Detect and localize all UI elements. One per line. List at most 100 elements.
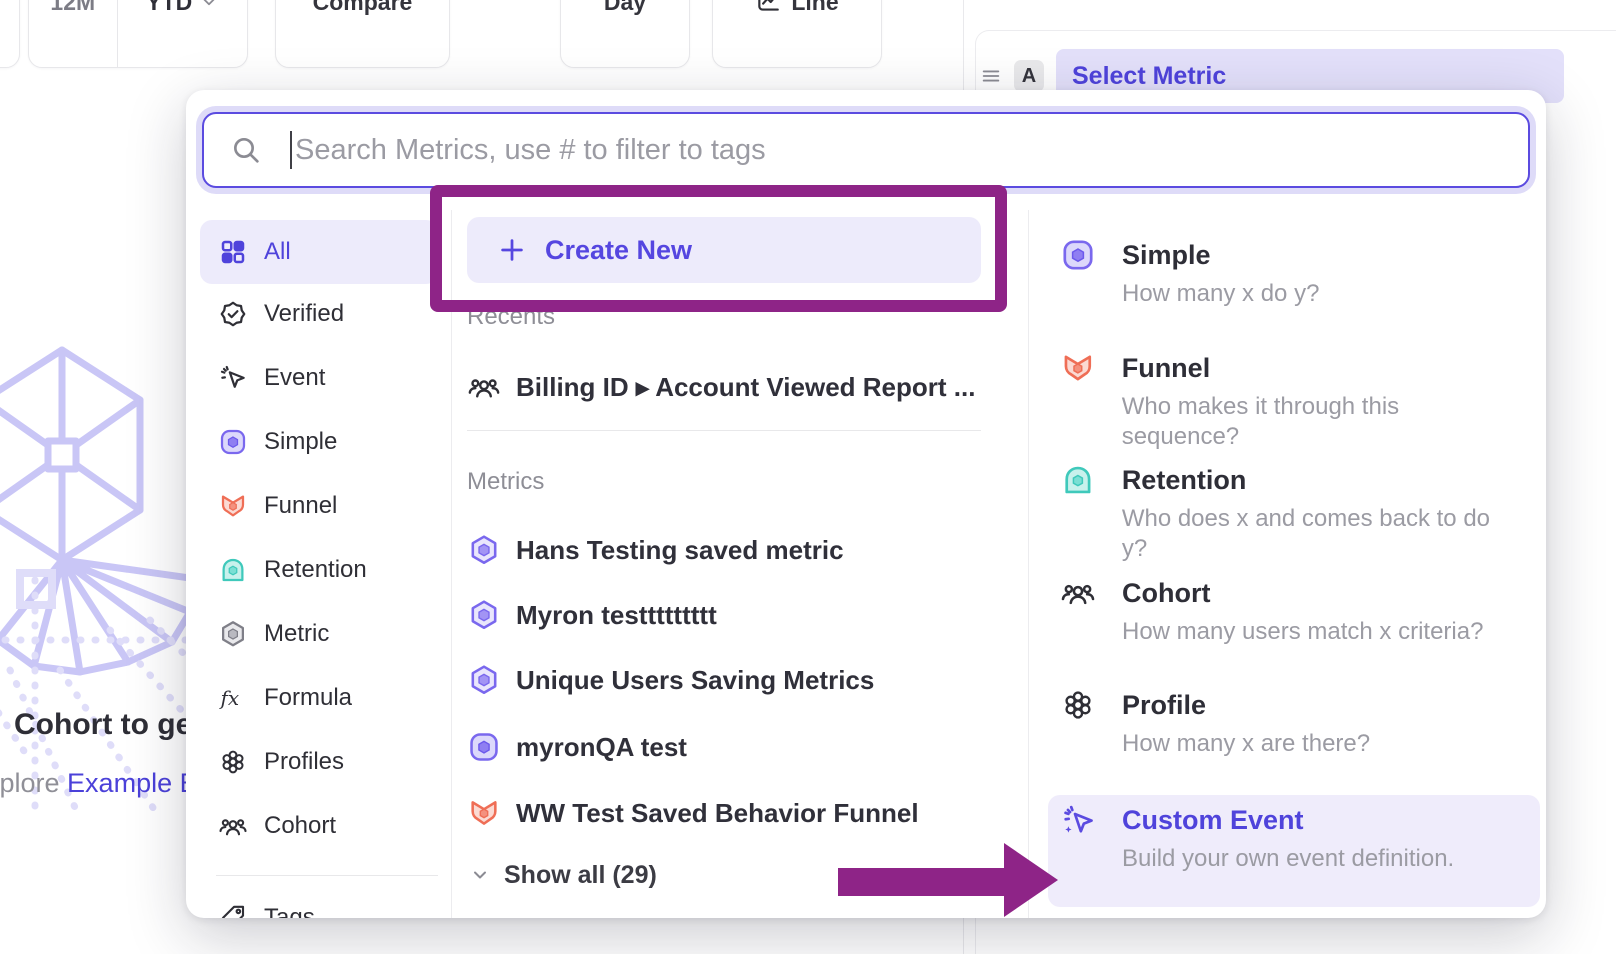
sidebar-item-label: Formula: [264, 684, 352, 712]
chart-type-line-label: Line: [791, 0, 838, 16]
columns-divider-vertical: [1028, 210, 1029, 918]
cohort-people-icon: [1060, 575, 1096, 611]
type-profile[interactable]: Profile How many x are there?: [1060, 687, 1520, 759]
drag-handle-icon[interactable]: [980, 65, 1002, 87]
formula-fx-icon: fx: [218, 683, 248, 713]
select-metric-label: Select Metric: [1072, 62, 1226, 91]
type-desc: How many x are there?: [1122, 729, 1370, 759]
time-range-ytd-button[interactable]: YTD: [117, 0, 247, 67]
sidebar-item-retention[interactable]: Retention: [186, 538, 451, 602]
metric-hexagon-icon: [218, 619, 248, 649]
metric-list-item[interactable]: WW Test Saved Behavior Funnel: [467, 781, 981, 845]
metric-item-label: myronQA test: [516, 732, 687, 763]
sidebar-item-metric[interactable]: Metric: [186, 602, 451, 666]
chevron-down-icon: [470, 865, 490, 885]
type-desc: Who does x and comes back to do y?: [1122, 504, 1520, 564]
sidebar-item-cohort[interactable]: Cohort: [186, 794, 451, 858]
partial-button-left-edge[interactable]: [0, 0, 20, 68]
show-all-button[interactable]: Show all (29): [470, 848, 657, 902]
type-title: Retention: [1122, 462, 1520, 498]
time-range-button-group: 12M YTD: [28, 0, 248, 68]
chart-type-line-button[interactable]: Line: [712, 0, 882, 68]
sidebar-item-label: Tags: [264, 904, 315, 918]
explore-prefix: xplore: [0, 768, 67, 798]
type-title: Custom Event: [1122, 802, 1454, 838]
app-screen: 12M YTD Compare Day Line A Select Metric: [0, 0, 1616, 954]
grid-icon: [218, 237, 248, 267]
recents-metrics-divider: [467, 430, 981, 431]
search-icon: [230, 134, 262, 166]
verified-seal-icon: [218, 299, 248, 329]
profiles-cluster-icon: [218, 747, 248, 777]
compare-button[interactable]: Compare: [275, 0, 450, 68]
show-all-label: Show all (29): [504, 861, 657, 890]
retention-arch-icon: [1060, 462, 1096, 498]
metric-item-label: Myron testtttttttt: [516, 600, 717, 631]
retention-arch-icon: [218, 555, 248, 585]
empty-state-heading: Cohort to ge: [14, 708, 192, 742]
metric-list-item[interactable]: Hans Testing saved metric: [467, 518, 981, 582]
type-desc: How many x do y?: [1122, 279, 1319, 309]
saved-metric-hexagon-icon: [467, 663, 501, 697]
sidebar-item-funnel[interactable]: Funnel: [186, 474, 451, 538]
create-new-button[interactable]: Create New: [467, 217, 981, 283]
tag-icon: [218, 903, 248, 918]
sidebar-item-event[interactable]: Event: [186, 346, 451, 410]
time-range-ytd-label: YTD: [146, 0, 192, 16]
granularity-day-label: Day: [604, 0, 646, 16]
simple-square-icon: [467, 730, 501, 764]
sidebar-item-formula[interactable]: fx Formula: [186, 666, 451, 730]
sidebar-item-label: Profiles: [264, 748, 344, 776]
granularity-day-button[interactable]: Day: [560, 0, 690, 68]
sidebar-item-profiles[interactable]: Profiles: [186, 730, 451, 794]
profiles-cluster-icon: [1060, 687, 1096, 723]
svg-text:fx: fx: [219, 686, 240, 710]
sidebar-item-verified[interactable]: Verified: [186, 282, 451, 346]
sidebar-item-label: Retention: [264, 556, 367, 584]
type-custom-event[interactable]: Custom Event Build your own event defini…: [1060, 802, 1520, 874]
sidebar-item-all[interactable]: All: [200, 220, 438, 284]
metric-list-item[interactable]: myronQA test: [467, 715, 981, 779]
type-title: Funnel: [1122, 350, 1520, 386]
search-input[interactable]: [295, 134, 1528, 167]
metric-item-label: WW Test Saved Behavior Funnel: [516, 798, 919, 829]
sidebar-item-label: Cohort: [264, 812, 336, 840]
select-metric-modal: All Verified Event Simple Funnel Retenti…: [186, 90, 1546, 918]
metric-list-item[interactable]: Unique Users Saving Metrics: [467, 648, 981, 712]
metric-list-item[interactable]: Myron testtttttttt: [467, 583, 981, 647]
sidebar-item-label: Simple: [264, 428, 337, 456]
explore-line: xplore Example B: [0, 768, 198, 799]
type-funnel[interactable]: Funnel Who makes it through this sequenc…: [1060, 350, 1520, 452]
saved-metric-hexagon-icon: [467, 598, 501, 632]
type-title: Profile: [1122, 687, 1370, 723]
sidebar-item-tags[interactable]: Tags: [186, 886, 451, 918]
sidebar-item-label: Verified: [264, 300, 344, 328]
sidebar-item-simple[interactable]: Simple: [186, 410, 451, 474]
time-range-12m-button[interactable]: 12M: [29, 0, 117, 67]
recent-item-billing[interactable]: Billing ID ▸ Account Viewed Report ...: [467, 357, 981, 417]
example-link[interactable]: Example B: [67, 768, 198, 798]
series-badge: A: [1014, 60, 1044, 92]
sidebar-item-label: Metric: [264, 620, 329, 648]
text-caret: [290, 131, 292, 169]
event-cursor-icon: [218, 363, 248, 393]
type-desc: Build your own event definition.: [1122, 844, 1454, 874]
line-chart-icon: [755, 0, 781, 15]
sidebar-item-label: Event: [264, 364, 325, 392]
type-desc: Who makes it through this sequence?: [1122, 392, 1520, 452]
sidebar-item-label: All: [264, 238, 291, 266]
type-retention[interactable]: Retention Who does x and comes back to d…: [1060, 462, 1520, 564]
create-new-label: Create New: [545, 235, 692, 266]
type-cohort[interactable]: Cohort How many users match x criteria?: [1060, 575, 1520, 647]
sidebar-item-label: Funnel: [264, 492, 337, 520]
saved-metric-hexagon-icon: [467, 533, 501, 567]
type-title: Cohort: [1122, 575, 1483, 611]
simple-square-icon: [218, 427, 248, 457]
funnel-icon: [218, 491, 248, 521]
sidebar-divider-vertical: [451, 210, 452, 918]
type-simple[interactable]: Simple How many x do y?: [1060, 237, 1520, 309]
metrics-section-label: Metrics: [467, 468, 544, 496]
metric-search-bar: [202, 112, 1530, 188]
compare-label: Compare: [313, 0, 413, 16]
custom-event-icon: [1060, 802, 1096, 838]
